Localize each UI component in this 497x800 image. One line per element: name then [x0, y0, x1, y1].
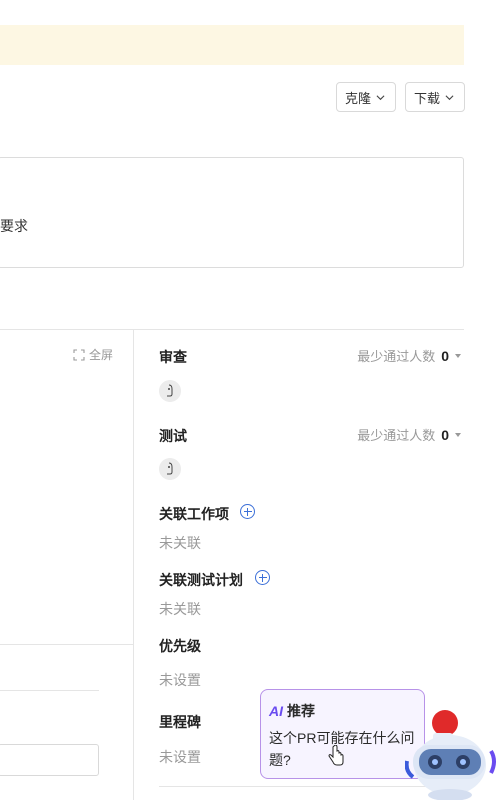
download-dropdown-button[interactable]: 下载: [405, 82, 465, 112]
linked-test-plan-title: 关联测试计划: [159, 572, 243, 588]
test-title: 测试: [159, 428, 187, 444]
test-min-pass-select[interactable]: 最少通过人数 0: [357, 425, 461, 444]
milestone-title: 里程碑: [159, 714, 201, 730]
review-title: 审查: [159, 349, 187, 365]
download-label: 下载: [414, 90, 441, 106]
left-divider-short: [0, 690, 99, 691]
clone-dropdown-button[interactable]: 克隆: [336, 82, 396, 112]
panel-divider: [133, 330, 134, 800]
caret-down-icon: [455, 353, 461, 358]
description-text: 要求: [0, 218, 28, 234]
chevron-down-icon: [376, 94, 385, 100]
notice-banner: [0, 25, 464, 65]
section-divider: [0, 329, 464, 330]
reviewer-avatar[interactable]: [159, 380, 181, 402]
fullscreen-label: 全屏: [89, 348, 114, 362]
review-min-pass-label: 最少通过人数: [357, 349, 436, 364]
add-test-plan-icon[interactable]: [255, 570, 270, 585]
test-min-pass-label: 最少通过人数: [357, 428, 436, 443]
ai-badge: AI: [269, 703, 283, 719]
chevron-down-icon: [445, 94, 454, 100]
left-divider: [0, 644, 133, 645]
linked-work-items-title: 关联工作项: [159, 506, 229, 522]
clone-label: 克隆: [345, 90, 372, 106]
ai-recommend-title: 推荐: [287, 703, 315, 719]
add-work-item-icon[interactable]: [240, 504, 255, 519]
hand-cursor-icon: [328, 745, 344, 766]
review-min-pass-select[interactable]: 最少通过人数 0: [357, 346, 461, 365]
avatar-image: [159, 458, 181, 480]
avatar-image: [159, 380, 181, 402]
review-min-pass-value: 0: [441, 347, 449, 364]
tester-avatar[interactable]: [159, 458, 181, 480]
priority-title: 优先级: [159, 638, 201, 654]
fullscreen-icon: [73, 348, 85, 361]
ai-assistant-robot-icon[interactable]: [405, 703, 497, 800]
priority-value[interactable]: 未设置: [159, 670, 201, 690]
linked-work-items-value: 未关联: [159, 535, 201, 551]
ai-recommend-question[interactable]: 这个PR可能存在什么问题?: [269, 727, 421, 771]
caret-down-icon: [455, 432, 461, 437]
comment-input[interactable]: [0, 744, 99, 776]
milestone-value[interactable]: 未设置: [159, 747, 201, 767]
ai-recommend-header: AI 推荐: [269, 701, 315, 721]
linked-test-plan-value: 未关联: [159, 601, 201, 617]
fullscreen-button[interactable]: 全屏: [73, 346, 113, 363]
test-min-pass-value: 0: [441, 426, 449, 443]
description-box: [0, 157, 464, 268]
